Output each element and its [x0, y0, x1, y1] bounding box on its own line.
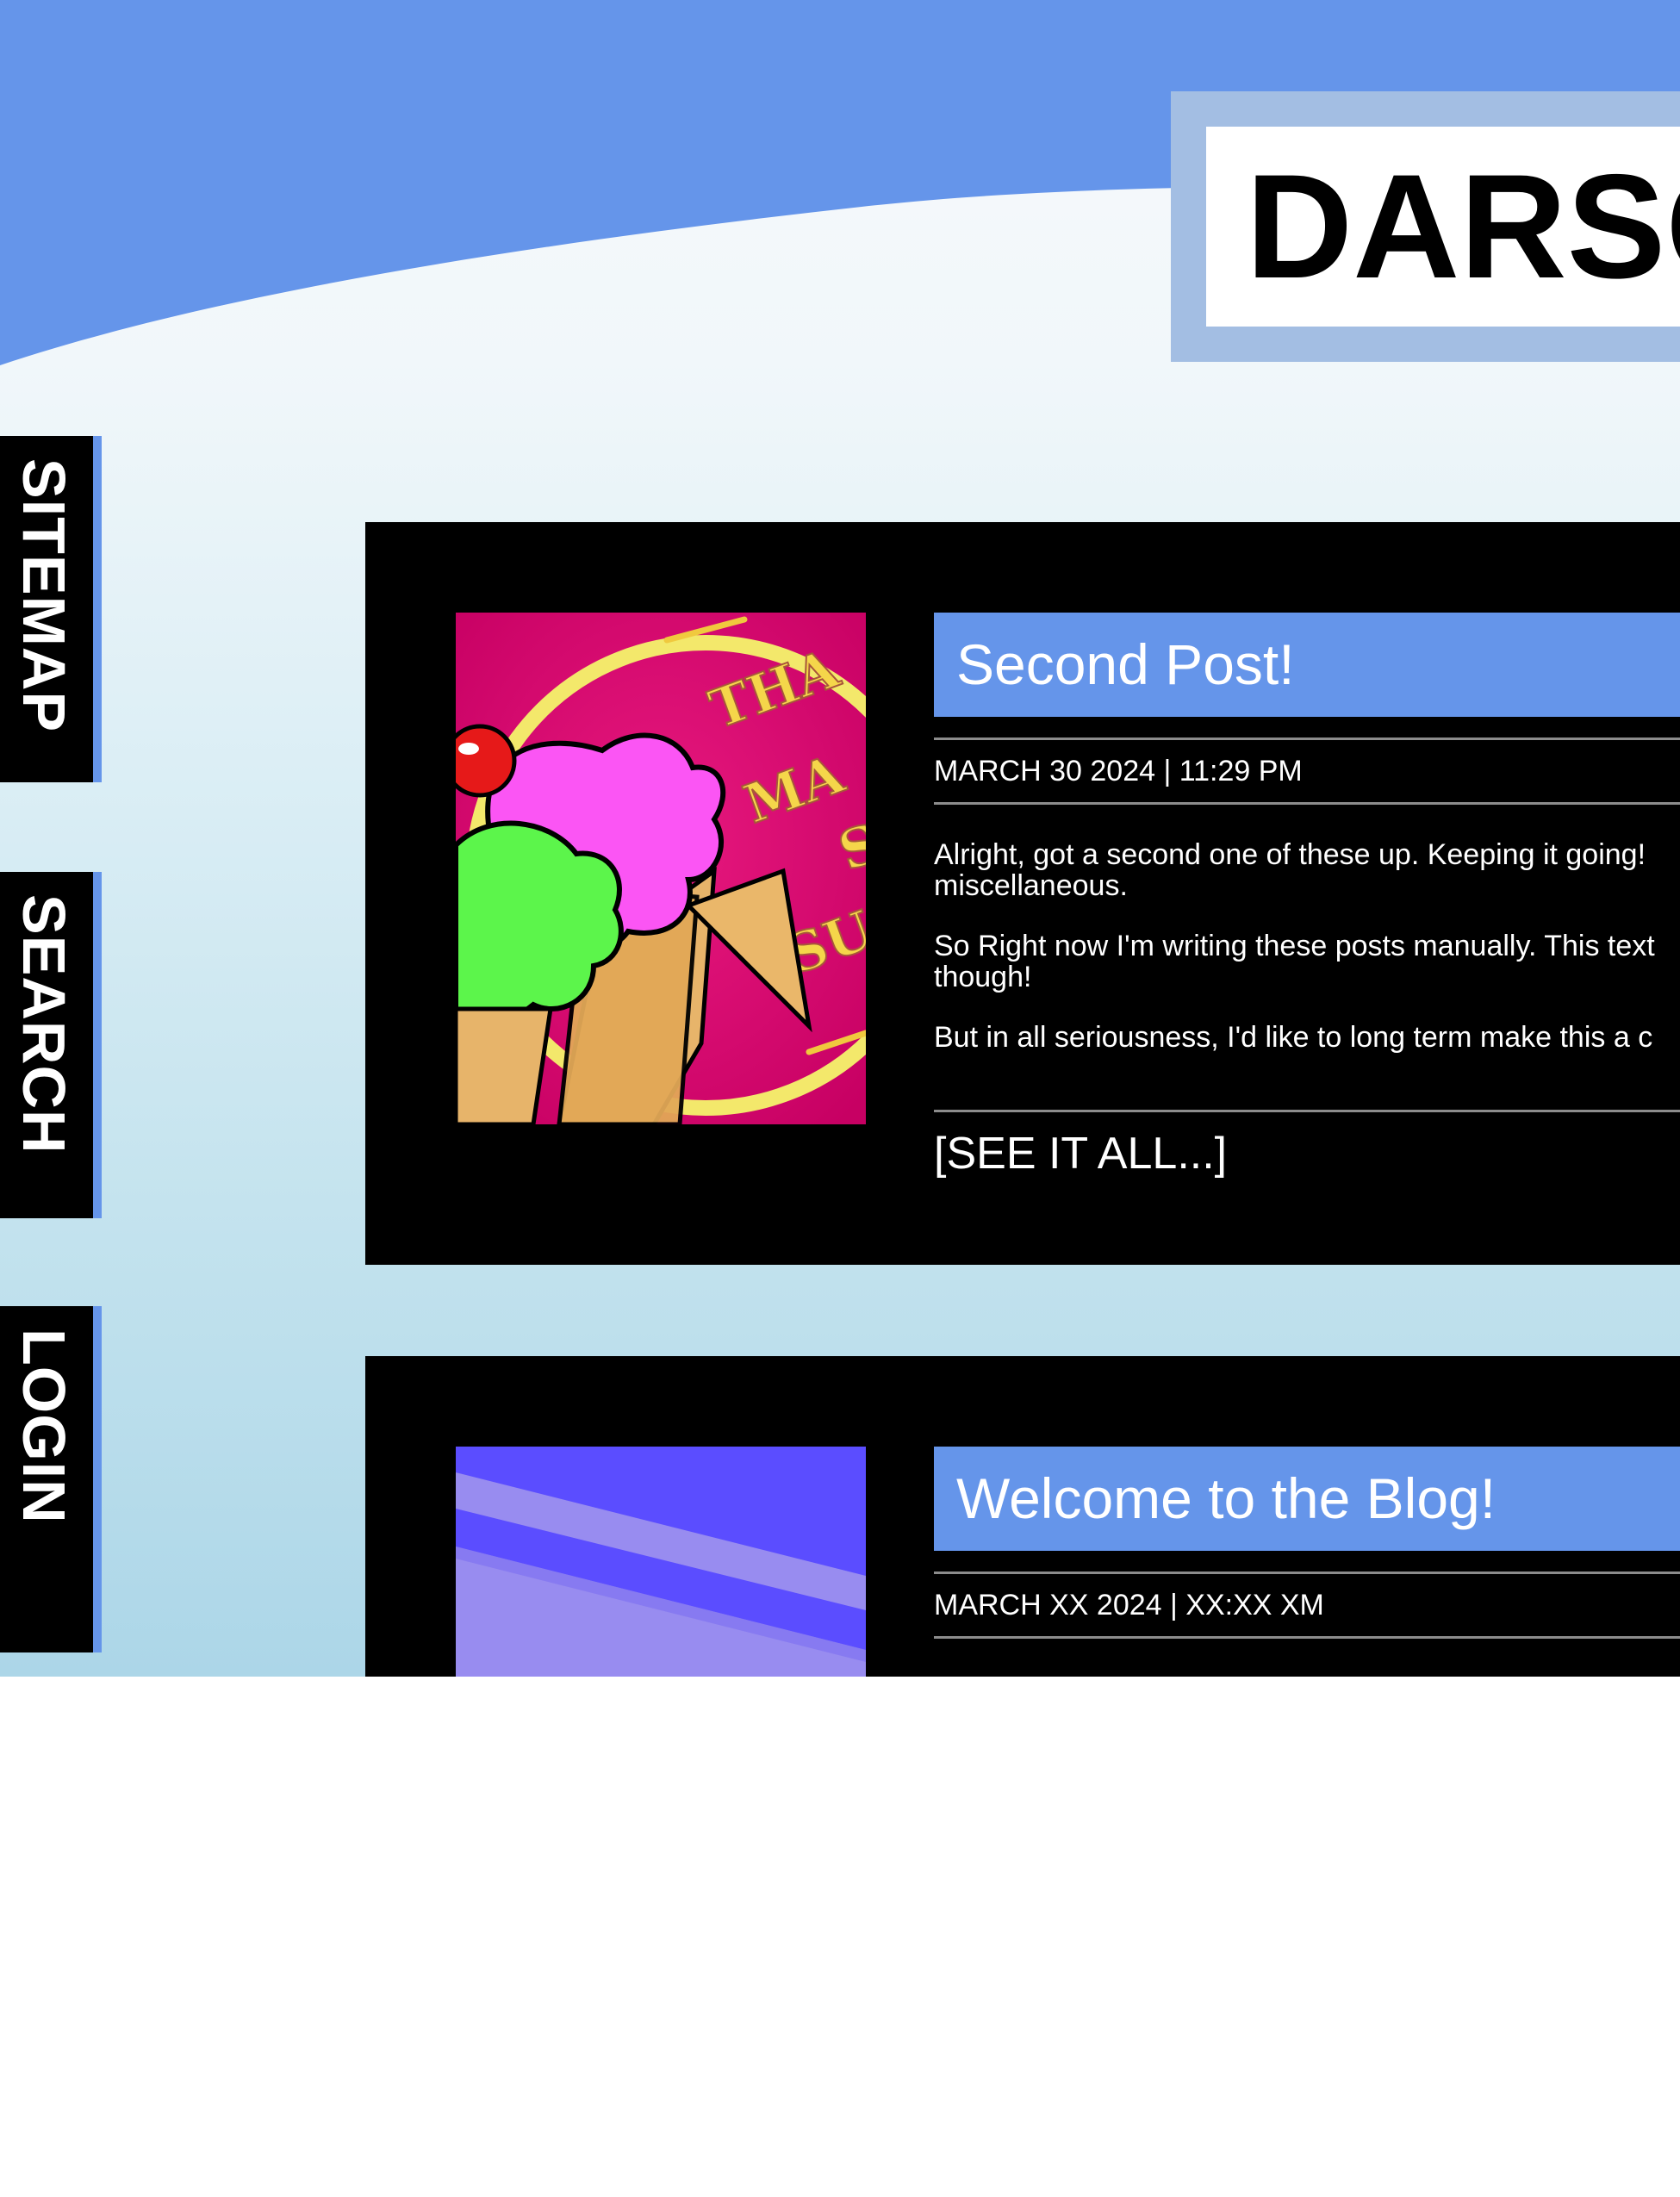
site-title-frame: DARSC — [1171, 91, 1680, 362]
nav-tab-search-label: SEARCH — [10, 894, 78, 1155]
post-date: MARCH XX 2024 | XX:XX XM — [934, 1589, 1324, 1621]
post-content: Second Post! MARCH 30 2024 | 11:29 PM Al… — [934, 613, 1680, 1179]
post-paragraph: But in all seriousness, I'd like to long… — [934, 1021, 1653, 1054]
post-paragraph: Alright, got a second one of these up. K… — [934, 838, 1646, 902]
site-title[interactable]: DARSC — [1206, 127, 1680, 327]
blog-post-card: Welcome to the Blog! MARCH XX 2024 | XX:… — [365, 1356, 1680, 1677]
see-all-link[interactable]: [SEE IT ALL...] — [934, 1128, 1680, 1179]
post-title[interactable]: Welcome to the Blog! — [934, 1447, 1680, 1551]
purple-stripes-thumbnail-icon[interactable] — [456, 1447, 866, 1677]
divider — [934, 1110, 1680, 1112]
post-title[interactable]: Second Post! — [934, 613, 1680, 717]
nav-tab-sitemap-label: SITEMAP — [10, 458, 78, 733]
post-date: MARCH 30 2024 | 11:29 PM — [934, 755, 1303, 787]
nav-tab-sitemap[interactable]: SITEMAP — [0, 436, 102, 782]
page-viewport: DARSC SITEMAP SEARCH LOGIN — [0, 0, 1680, 1677]
nav-tab-search[interactable]: SEARCH — [0, 872, 102, 1218]
divider — [934, 1636, 1680, 1639]
blog-post-card: THA MA S SU Second Post! MARCH 30 2024 |… — [365, 522, 1680, 1265]
nav-tab-login-label: LOGIN — [10, 1329, 78, 1524]
post-paragraph: So Right now I'm writing these posts man… — [934, 930, 1655, 993]
post-excerpt: Alright, got a second one of these up. K… — [934, 805, 1680, 1110]
nav-tab-login[interactable]: LOGIN — [0, 1306, 102, 1652]
ice-cream-badge-icon[interactable]: THA MA S SU — [456, 613, 866, 1124]
post-content: Welcome to the Blog! MARCH XX 2024 | XX:… — [934, 1447, 1680, 1639]
